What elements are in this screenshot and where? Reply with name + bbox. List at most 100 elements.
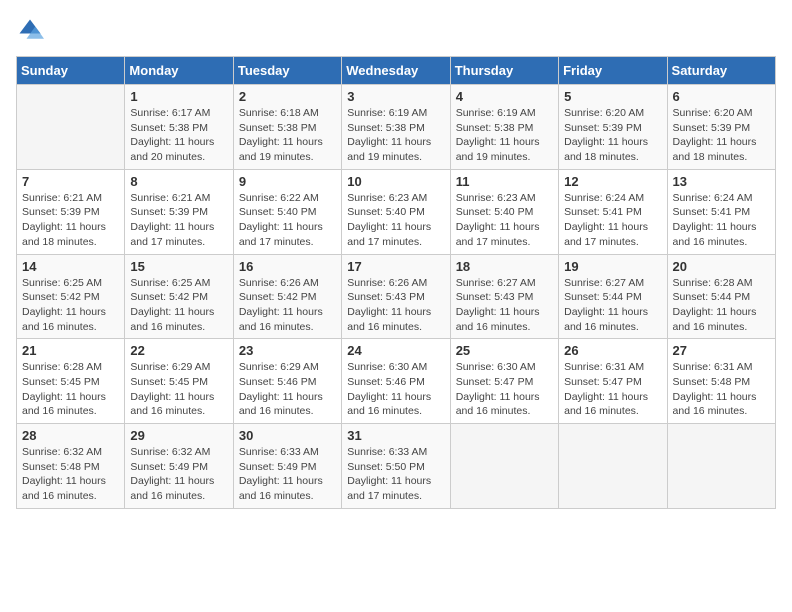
day-number: 25: [456, 343, 553, 358]
calendar-cell: 28 Sunrise: 6:32 AMSunset: 5:48 PMDayligh…: [17, 424, 125, 509]
day-number: 15: [130, 259, 227, 274]
day-number: 11: [456, 174, 553, 189]
day-info: Sunrise: 6:33 AMSunset: 5:49 PMDaylight:…: [239, 445, 336, 504]
day-info: Sunrise: 6:27 AMSunset: 5:44 PMDaylight:…: [564, 276, 661, 335]
day-number: 29: [130, 428, 227, 443]
day-number: 18: [456, 259, 553, 274]
calendar-cell: 14 Sunrise: 6:25 AMSunset: 5:42 PMDayligh…: [17, 254, 125, 339]
day-number: 12: [564, 174, 661, 189]
calendar-cell: 15 Sunrise: 6:25 AMSunset: 5:42 PMDayligh…: [125, 254, 233, 339]
day-info: Sunrise: 6:32 AMSunset: 5:48 PMDaylight:…: [22, 445, 119, 504]
day-info: Sunrise: 6:21 AMSunset: 5:39 PMDaylight:…: [22, 191, 119, 250]
calendar-cell: 12Sunrise: 6:24 AMSunset: 5:41 PMDayligh…: [559, 169, 667, 254]
calendar-cell: [667, 424, 775, 509]
day-info: Sunrise: 6:18 AMSunset: 5:38 PMDaylight:…: [239, 106, 336, 165]
day-info: Sunrise: 6:29 AMSunset: 5:46 PMDaylight:…: [239, 360, 336, 419]
day-info: Sunrise: 6:17 AMSunset: 5:38 PMDaylight:…: [130, 106, 227, 165]
day-info: Sunrise: 6:24 AMSunset: 5:41 PMDaylight:…: [673, 191, 770, 250]
calendar-week-2: 7 Sunrise: 6:21 AMSunset: 5:39 PMDaylight…: [17, 169, 776, 254]
calendar-cell: 25 Sunrise: 6:30 AMSunset: 5:47 PMDayligh…: [450, 339, 558, 424]
day-info: Sunrise: 6:20 AMSunset: 5:39 PMDaylight:…: [564, 106, 661, 165]
day-number: 2: [239, 89, 336, 104]
day-number: 8: [130, 174, 227, 189]
header-wednesday: Wednesday: [342, 57, 450, 85]
calendar-cell: [17, 85, 125, 170]
calendar-cell: 29 Sunrise: 6:32 AMSunset: 5:49 PMDayligh…: [125, 424, 233, 509]
day-info: Sunrise: 6:29 AMSunset: 5:45 PMDaylight:…: [130, 360, 227, 419]
calendar-cell: 19 Sunrise: 6:27 AMSunset: 5:44 PMDayligh…: [559, 254, 667, 339]
calendar-cell: [559, 424, 667, 509]
day-info: Sunrise: 6:26 AMSunset: 5:42 PMDaylight:…: [239, 276, 336, 335]
calendar-cell: 7 Sunrise: 6:21 AMSunset: 5:39 PMDaylight…: [17, 169, 125, 254]
header-monday: Monday: [125, 57, 233, 85]
header-friday: Friday: [559, 57, 667, 85]
calendar-week-3: 14 Sunrise: 6:25 AMSunset: 5:42 PMDayligh…: [17, 254, 776, 339]
day-info: Sunrise: 6:22 AMSunset: 5:40 PMDaylight:…: [239, 191, 336, 250]
day-info: Sunrise: 6:25 AMSunset: 5:42 PMDaylight:…: [130, 276, 227, 335]
calendar-cell: 2 Sunrise: 6:18 AMSunset: 5:38 PMDaylight…: [233, 85, 341, 170]
calendar-cell: 17Sunrise: 6:26 AMSunset: 5:43 PMDayligh…: [342, 254, 450, 339]
calendar-cell: 6 Sunrise: 6:20 AMSunset: 5:39 PMDaylight…: [667, 85, 775, 170]
day-info: Sunrise: 6:26 AMSunset: 5:43 PMDaylight:…: [347, 276, 444, 335]
day-number: 10: [347, 174, 444, 189]
day-info: Sunrise: 6:33 AMSunset: 5:50 PMDaylight:…: [347, 445, 444, 504]
day-number: 26: [564, 343, 661, 358]
calendar-cell: 9 Sunrise: 6:22 AMSunset: 5:40 PMDaylight…: [233, 169, 341, 254]
day-info: Sunrise: 6:30 AMSunset: 5:46 PMDaylight:…: [347, 360, 444, 419]
calendar-cell: 13 Sunrise: 6:24 AMSunset: 5:41 PMDayligh…: [667, 169, 775, 254]
day-number: 31: [347, 428, 444, 443]
calendar-cell: 31 Sunrise: 6:33 AMSunset: 5:50 PMDayligh…: [342, 424, 450, 509]
day-number: 14: [22, 259, 119, 274]
calendar: SundayMondayTuesdayWednesdayThursdayFrid…: [16, 56, 776, 509]
header-thursday: Thursday: [450, 57, 558, 85]
calendar-week-4: 21 Sunrise: 6:28 AMSunset: 5:45 PMDayligh…: [17, 339, 776, 424]
day-number: 19: [564, 259, 661, 274]
calendar-cell: 16 Sunrise: 6:26 AMSunset: 5:42 PMDayligh…: [233, 254, 341, 339]
day-number: 21: [22, 343, 119, 358]
day-info: Sunrise: 6:32 AMSunset: 5:49 PMDaylight:…: [130, 445, 227, 504]
day-info: Sunrise: 6:25 AMSunset: 5:42 PMDaylight:…: [22, 276, 119, 335]
calendar-cell: 4 Sunrise: 6:19 AMSunset: 5:38 PMDaylight…: [450, 85, 558, 170]
calendar-cell: 11 Sunrise: 6:23 AMSunset: 5:40 PMDayligh…: [450, 169, 558, 254]
day-number: 7: [22, 174, 119, 189]
calendar-cell: 26 Sunrise: 6:31 AMSunset: 5:47 PMDayligh…: [559, 339, 667, 424]
day-info: Sunrise: 6:19 AMSunset: 5:38 PMDaylight:…: [347, 106, 444, 165]
day-info: Sunrise: 6:28 AMSunset: 5:45 PMDaylight:…: [22, 360, 119, 419]
header: [16, 16, 776, 44]
day-number: 6: [673, 89, 770, 104]
day-number: 16: [239, 259, 336, 274]
day-info: Sunrise: 6:28 AMSunset: 5:44 PMDaylight:…: [673, 276, 770, 335]
day-number: 28: [22, 428, 119, 443]
logo-icon: [16, 16, 44, 44]
calendar-cell: 20 Sunrise: 6:28 AMSunset: 5:44 PMDayligh…: [667, 254, 775, 339]
day-number: 30: [239, 428, 336, 443]
calendar-cell: 5Sunrise: 6:20 AMSunset: 5:39 PMDaylight…: [559, 85, 667, 170]
day-info: Sunrise: 6:23 AMSunset: 5:40 PMDaylight:…: [456, 191, 553, 250]
day-number: 3: [347, 89, 444, 104]
header-sunday: Sunday: [17, 57, 125, 85]
day-number: 24: [347, 343, 444, 358]
calendar-cell: [450, 424, 558, 509]
calendar-cell: 8 Sunrise: 6:21 AMSunset: 5:39 PMDaylight…: [125, 169, 233, 254]
calendar-header-row: SundayMondayTuesdayWednesdayThursdayFrid…: [17, 57, 776, 85]
day-number: 20: [673, 259, 770, 274]
calendar-cell: 23Sunrise: 6:29 AMSunset: 5:46 PMDayligh…: [233, 339, 341, 424]
calendar-week-1: 1Sunrise: 6:17 AMSunset: 5:38 PMDaylight…: [17, 85, 776, 170]
day-info: Sunrise: 6:30 AMSunset: 5:47 PMDaylight:…: [456, 360, 553, 419]
calendar-cell: 1Sunrise: 6:17 AMSunset: 5:38 PMDaylight…: [125, 85, 233, 170]
day-info: Sunrise: 6:21 AMSunset: 5:39 PMDaylight:…: [130, 191, 227, 250]
calendar-cell: 27Sunrise: 6:31 AMSunset: 5:48 PMDayligh…: [667, 339, 775, 424]
calendar-cell: 21 Sunrise: 6:28 AMSunset: 5:45 PMDayligh…: [17, 339, 125, 424]
day-number: 9: [239, 174, 336, 189]
calendar-week-5: 28 Sunrise: 6:32 AMSunset: 5:48 PMDayligh…: [17, 424, 776, 509]
day-info: Sunrise: 6:20 AMSunset: 5:39 PMDaylight:…: [673, 106, 770, 165]
calendar-cell: 22Sunrise: 6:29 AMSunset: 5:45 PMDayligh…: [125, 339, 233, 424]
day-info: Sunrise: 6:19 AMSunset: 5:38 PMDaylight:…: [456, 106, 553, 165]
day-number: 4: [456, 89, 553, 104]
calendar-cell: 30 Sunrise: 6:33 AMSunset: 5:49 PMDayligh…: [233, 424, 341, 509]
day-info: Sunrise: 6:31 AMSunset: 5:47 PMDaylight:…: [564, 360, 661, 419]
day-number: 13: [673, 174, 770, 189]
day-info: Sunrise: 6:31 AMSunset: 5:48 PMDaylight:…: [673, 360, 770, 419]
day-info: Sunrise: 6:23 AMSunset: 5:40 PMDaylight:…: [347, 191, 444, 250]
day-info: Sunrise: 6:27 AMSunset: 5:43 PMDaylight:…: [456, 276, 553, 335]
